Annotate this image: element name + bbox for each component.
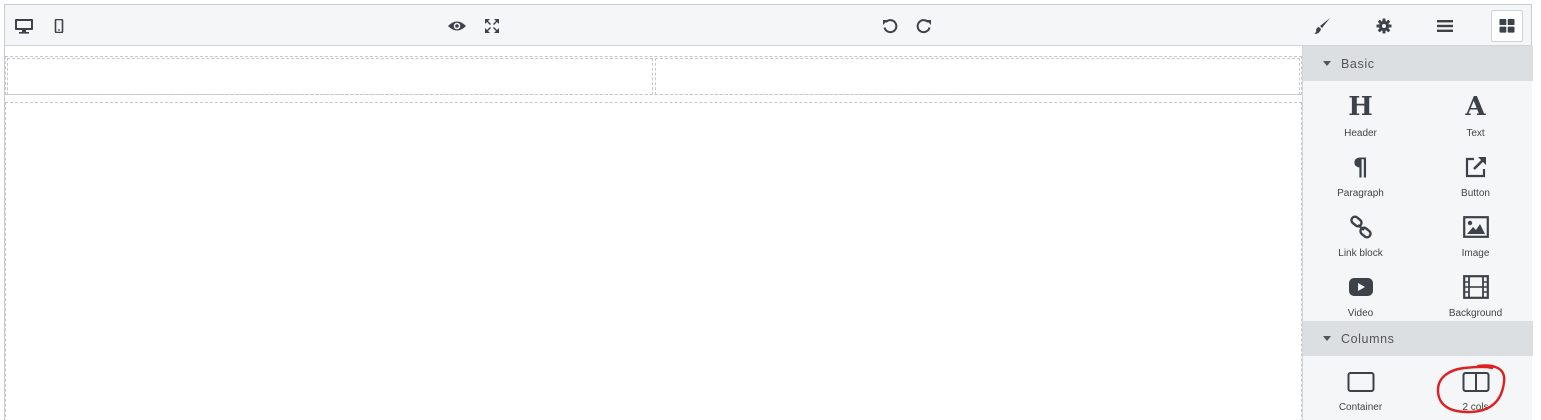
external-link-icon [1465,157,1486,178]
block-label: Paragraph [1337,188,1384,199]
heading-icon: H [1348,92,1373,122]
block-button[interactable]: Button [1418,141,1533,201]
block-label: Background [1448,308,1503,319]
block-label: 2 cols [1462,402,1489,413]
canvas-row[interactable] [5,56,1302,95]
caret-down-icon [1323,61,1331,66]
mobile-icon [54,18,64,33]
editor-toolbar [5,5,1531,46]
eye-icon [448,21,466,30]
block-paragraph[interactable]: ¶ Paragraph [1303,141,1418,201]
image-icon [1462,216,1489,238]
block-label: Video [1347,308,1374,319]
undo-icon [883,18,898,33]
category-title: Basic [1341,56,1375,71]
redo-button[interactable] [913,5,935,46]
two-columns-icon [1462,372,1489,392]
block-label: Link block [1338,248,1383,259]
block-2-cols[interactable]: 2 cols [1418,356,1533,416]
block-header[interactable]: H Header [1303,81,1418,141]
style-manager-button[interactable] [1309,5,1335,46]
block-label: Image [1461,248,1490,259]
desktop-icon [15,18,33,34]
block-video[interactable]: Video [1303,261,1418,321]
blocks-button[interactable] [1491,10,1523,42]
block-text[interactable]: A Text [1418,81,1533,141]
category-columns[interactable]: Columns [1303,321,1533,356]
youtube-play-icon [1348,278,1373,296]
block-label: Text [1466,128,1485,139]
film-icon [1462,275,1489,299]
layer-manager-button[interactable] [1432,5,1458,46]
block-link-block[interactable]: Link block [1303,201,1418,261]
canvas-cell-left[interactable] [7,58,653,95]
link-icon [1349,215,1372,239]
block-label: Container [1338,402,1383,413]
preview-button[interactable] [445,5,469,46]
category-basic[interactable]: Basic [1303,46,1533,81]
device-mobile-button[interactable] [49,5,69,46]
font-icon: A [1465,92,1486,122]
block-label: Button [1461,188,1490,199]
block-label: Header [1344,128,1377,139]
block-background[interactable]: Background [1418,261,1533,321]
container-icon [1347,372,1374,392]
block-image[interactable]: Image [1418,201,1533,261]
device-desktop-button[interactable] [11,5,37,46]
gear-icon [1376,18,1392,33]
undo-button[interactable] [879,5,901,46]
th-large-icon [1499,19,1515,33]
settings-button[interactable] [1371,5,1397,46]
expand-arrows-icon [485,18,499,33]
fullscreen-button[interactable] [481,5,503,46]
paragraph-icon: ¶ [1352,153,1369,181]
category-title: Columns [1341,331,1395,346]
redo-icon [916,18,931,33]
editor-canvas[interactable] [5,47,1302,420]
caret-down-icon [1323,336,1331,341]
blocks-panel: Basic H Header A Text ¶ Paragraph Button [1302,46,1533,420]
paint-brush-icon [1314,17,1330,34]
bars-icon [1437,19,1453,32]
block-container[interactable]: Container [1303,356,1418,416]
canvas-cell-right[interactable] [655,58,1300,95]
canvas-body-area[interactable] [5,102,1302,420]
